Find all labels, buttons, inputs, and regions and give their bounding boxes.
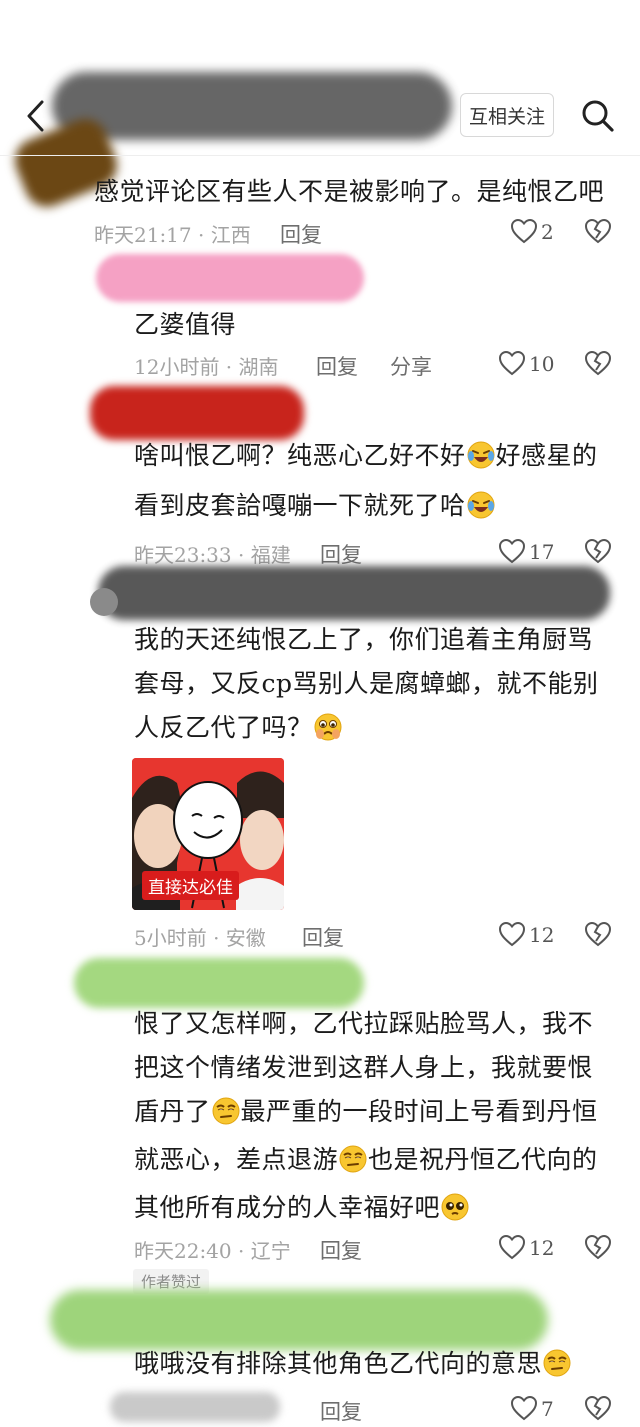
search-icon[interactable] [578,96,618,136]
comment-line: 盾丹了 最严重的一段时间上号看到丹恒 [134,1092,598,1132]
share-button[interactable]: 分享 [390,351,432,381]
comment-meta: 昨天21:17 · 江西 [94,223,251,247]
comment-line: 啥叫恨乙啊？纯恶心乙好不好 好感星的 [134,436,598,476]
comment-text-segment: 啥叫恨乙啊？纯恶心乙好不好 [134,441,466,470]
comment-text-segment: 盾丹了 [134,1097,211,1126]
comment-line: 就恶心，差点退游 也是祝丹恒乙代向的 [134,1140,598,1180]
sticker-image[interactable]: 直接达必佳 [132,758,284,910]
redacted-meta-blur [110,1392,280,1422]
comment-text-segment: 人反乙代了吗？ [134,713,313,742]
redacted-username-blur [74,958,364,1008]
broken-heart-icon[interactable] [584,218,612,244]
comment-line: 人反乙代了吗？ [134,708,343,748]
broken-heart-icon[interactable] [584,921,612,947]
redacted-username-blur [52,72,452,140]
heart-icon[interactable] [498,350,526,376]
comment-line: 其他所有成分的人幸福好吧 [134,1188,470,1228]
comment-text: 恨了又怎样啊，乙代拉踩贴脸骂人，我不 [134,1009,594,1038]
comment-text: 套母，又反cp骂别人是腐蟑螂，就不能别 [134,669,599,698]
like-count: 10 [529,352,555,376]
comment-text: 我的天还纯恨乙上了，你们追着主角厨骂 [134,625,594,654]
sticker-caption: 直接达必佳 [142,871,239,900]
reply-button[interactable]: 回复 [320,539,362,569]
like-count: 7 [541,1397,554,1421]
header-divider [0,155,640,156]
like-count: 12 [529,1236,555,1260]
comment-meta: 昨天22:40 · 辽宁 [134,1239,291,1263]
rolling-eyes-emoji [212,1097,240,1125]
like-count: 12 [529,923,555,947]
comment-line: 看到皮套詥嘎嘣一下就死了哈 [134,486,496,526]
broken-heart-icon[interactable] [584,538,612,564]
comment-text-segment: 就恶心，差点退游 [134,1145,339,1174]
heart-icon[interactable] [510,218,538,244]
broken-heart-icon[interactable] [584,1234,612,1260]
reply-button[interactable]: 回复 [302,922,344,952]
comment-text-segment: 也是祝丹恒乙代向的 [368,1145,598,1174]
comment-meta: 昨天23:33 · 福建 [134,543,291,567]
rolling-eyes-emoji [543,1349,571,1377]
comment-text-segment: 看到皮套詥嘎嘣一下就死了哈 [134,491,466,520]
pleading-emoji [441,1193,469,1221]
reply-button[interactable]: 回复 [280,219,322,249]
comment-meta: 12小时前 · 湖南 [134,355,279,379]
comment-text-segment: 好感星的 [495,441,598,470]
comment-text: 感觉评论区有些人不是被影响了。是纯恨乙吧 [94,177,605,206]
comment-text-segment: 其他所有成分的人幸福好吧 [134,1193,441,1222]
back-arrow-icon[interactable] [18,96,58,136]
redacted-username-blur [90,386,304,440]
heart-icon[interactable] [498,538,526,564]
laughing-crying-emoji [467,441,495,469]
follow-button[interactable]: 互相关注 [460,93,554,137]
reply-button[interactable]: 回复 [316,351,358,381]
rolling-eyes-emoji [339,1145,367,1173]
reply-button[interactable]: 回复 [320,1235,362,1265]
heart-icon[interactable] [498,1234,526,1260]
heart-icon[interactable] [498,921,526,947]
crying-emoji [314,713,342,741]
comment-text: 乙婆值得 [134,310,237,339]
like-count: 2 [541,220,554,244]
reply-button[interactable]: 回复 [320,1396,362,1426]
broken-heart-icon[interactable] [584,1395,612,1421]
laughing-crying-emoji [467,491,495,519]
comment-line: 哦哦没有排除其他角色乙代向的意思 [134,1344,572,1384]
redacted-username-blur [96,254,364,302]
heart-icon[interactable] [510,1395,538,1421]
redacted-username-blur [50,1290,548,1350]
comment-text-segment: 最严重的一段时间上号看到丹恒 [240,1097,598,1126]
broken-heart-icon[interactable] [584,350,612,376]
comment-meta: 5小时前 · 安徽 [134,926,266,950]
avatar[interactable] [90,588,118,616]
comment-text-segment: 哦哦没有排除其他角色乙代向的意思 [134,1349,543,1378]
redacted-username-blur [98,566,610,620]
comment-text: 把这个情绪发泄到这群人身上，我就要恨 [134,1053,594,1082]
like-count: 17 [529,540,555,564]
